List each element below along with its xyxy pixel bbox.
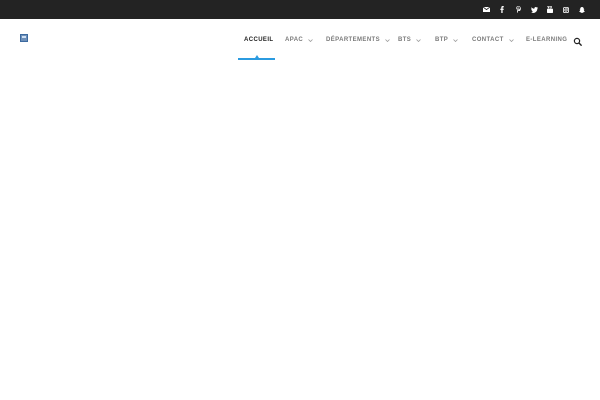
nav-item-e-learning[interactable]: E-LEARNING bbox=[526, 19, 567, 61]
snapchat-icon[interactable] bbox=[574, 0, 590, 19]
nav-item-label: BTS bbox=[398, 37, 412, 43]
search-icon bbox=[573, 37, 582, 46]
site-header: ACCUEIL APAC DÉPARTEMENTS BTS BTP CONTAC… bbox=[0, 19, 600, 61]
chevron-down-icon bbox=[453, 38, 458, 42]
chevron-down-icon bbox=[385, 38, 390, 42]
main-nav: ACCUEIL APAC DÉPARTEMENTS BTS BTP CONTAC… bbox=[0, 19, 600, 61]
pinterest-icon[interactable] bbox=[510, 0, 526, 19]
nav-item-contact[interactable]: CONTACT bbox=[472, 19, 514, 61]
nav-item-bts[interactable]: BTS bbox=[398, 19, 421, 61]
nav-item-btp[interactable]: BTP bbox=[435, 19, 458, 61]
envelope-icon[interactable] bbox=[478, 0, 494, 19]
nav-item-label: E-LEARNING bbox=[526, 37, 568, 43]
nav-item-label: BTP bbox=[435, 37, 449, 43]
active-indicator-underline bbox=[238, 58, 275, 60]
youtube-icon[interactable] bbox=[542, 0, 558, 19]
instagram-icon[interactable] bbox=[558, 0, 574, 19]
nav-item-label: CONTACT bbox=[472, 37, 504, 43]
social-links bbox=[478, 0, 590, 19]
twitter-icon[interactable] bbox=[526, 0, 542, 19]
chevron-down-icon bbox=[308, 38, 313, 42]
nav-item-departements[interactable]: DÉPARTEMENTS bbox=[326, 19, 390, 61]
page-content bbox=[0, 61, 600, 400]
nav-item-apac[interactable]: APAC bbox=[285, 19, 313, 61]
nav-item-label: APAC bbox=[285, 37, 304, 43]
chevron-down-icon bbox=[508, 38, 514, 42]
top-bar bbox=[0, 0, 600, 19]
nav-item-label: ACCUEIL bbox=[244, 37, 274, 43]
nav-item-label: DÉPARTEMENTS bbox=[326, 37, 381, 43]
facebook-icon[interactable] bbox=[494, 0, 510, 19]
chevron-down-icon bbox=[416, 38, 421, 42]
search-button[interactable] bbox=[573, 34, 583, 46]
